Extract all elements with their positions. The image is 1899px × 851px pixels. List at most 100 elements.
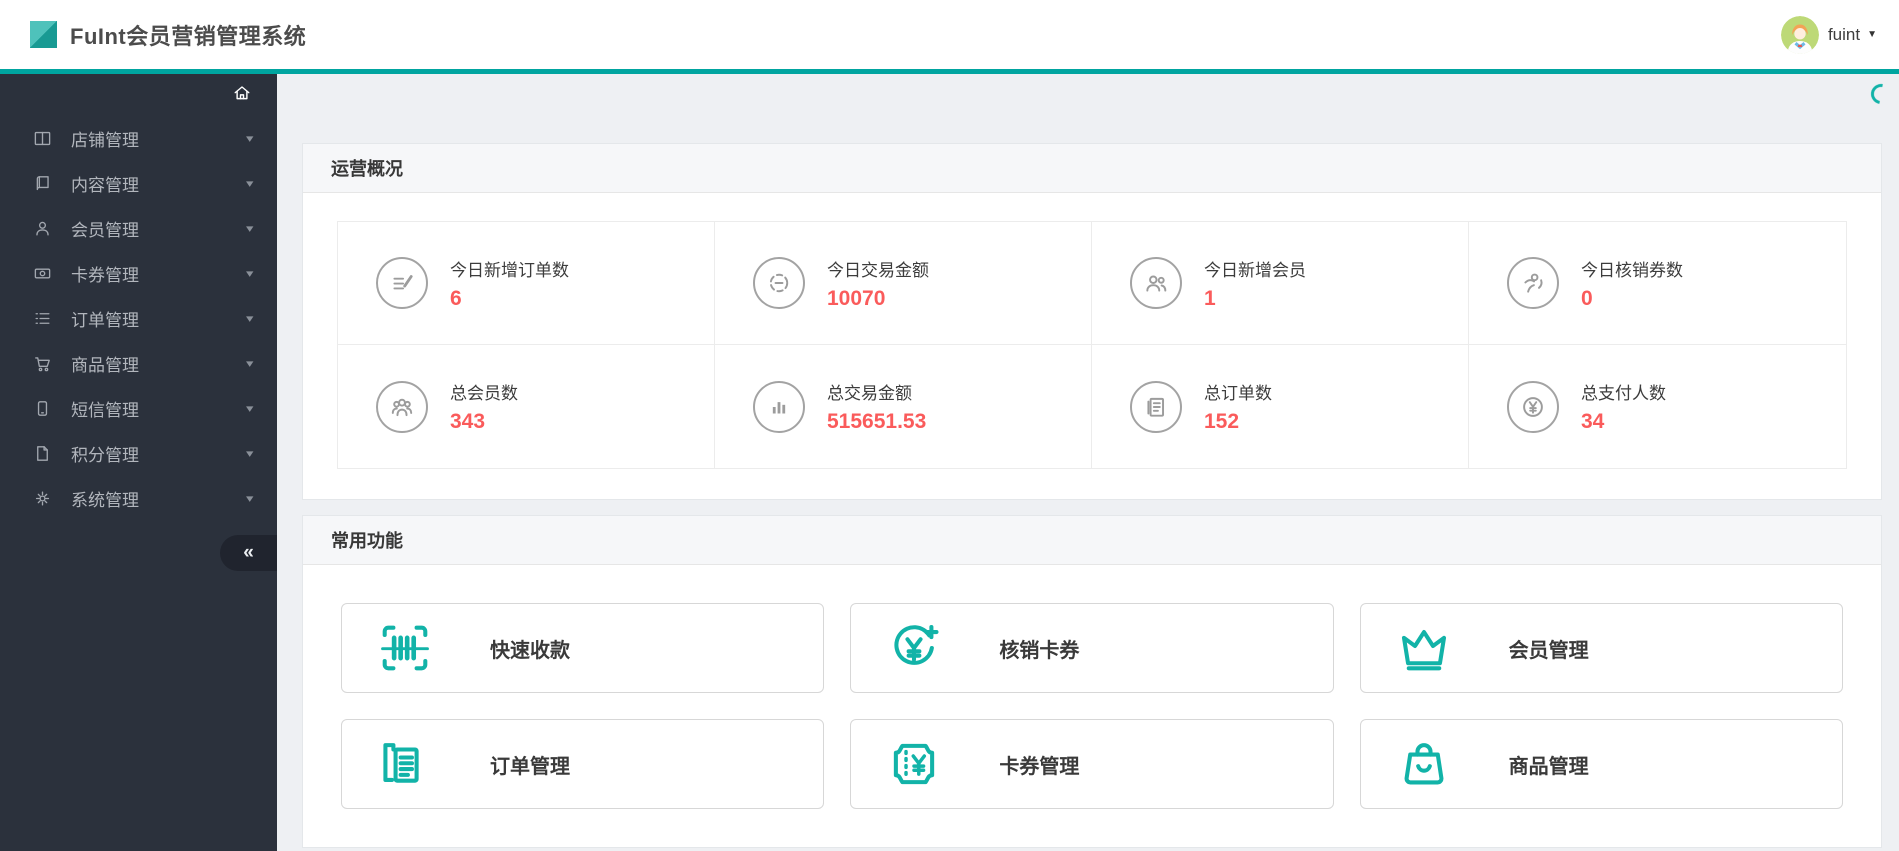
coupon-ticket-icon (881, 731, 947, 797)
logo-diamond-icon (30, 21, 57, 48)
overview-panel: 运营概况 今日新增订单数 6 今日交易金额 10070 今日新增会员 1 今日核… (302, 143, 1882, 500)
chevron-down-icon: ▾ (246, 133, 254, 145)
function-card-verify-coupon[interactable]: 核销卡券 (850, 603, 1334, 693)
function-card-goods-mgmt[interactable]: 商品管理 (1359, 719, 1843, 809)
stat-label: 总支付人数 (1581, 384, 1666, 403)
goods-bag-icon (1391, 731, 1457, 797)
sidebar-item-content[interactable]: 内容管理 ▾ (0, 161, 277, 206)
stat-card-total-amount: 总交易金额 515651.53 (715, 345, 1092, 468)
coupon-banknote-icon (33, 263, 54, 284)
user-name: fuint (1827, 24, 1861, 44)
stat-label: 今日新增订单数 (450, 260, 569, 280)
member-crown-icon (1391, 615, 1457, 681)
loading-spinner-icon (1867, 80, 1895, 108)
sidebar-item-coupon[interactable]: 卡券管理 ▾ (0, 251, 277, 296)
stat-value: 1 (1204, 286, 1216, 310)
overview-panel-body: 今日新增订单数 6 今日交易金额 10070 今日新增会员 1 今日核销券数 0… (303, 193, 1881, 499)
stat-card-verified-coupons: 今日核销券数 0 (1469, 222, 1846, 345)
sidebar-item-points[interactable]: 积分管理 ▾ (0, 431, 277, 476)
function-card-order-mgmt[interactable]: 订单管理 (341, 719, 825, 809)
goods-cart-icon (33, 353, 54, 374)
stat-value: 10070 (827, 286, 886, 310)
order-docs-icon (372, 731, 438, 797)
sidebar-item-system[interactable]: 系统管理 ▾ (0, 476, 277, 521)
user-avatar-icon (1780, 15, 1819, 54)
function-card-label: 订单管理 (490, 755, 570, 778)
user-menu[interactable]: fuint ▼ (1780, 15, 1877, 54)
functions-grid: 快速收款 核销卡券 会员管理 订单管理 卡券管理 商品管理 (341, 603, 1843, 809)
stat-label: 今日交易金额 (827, 260, 929, 280)
chevron-down-icon: ▾ (246, 268, 254, 280)
chevron-down-icon: ▾ (246, 493, 254, 505)
functions-panel: 常用功能 快速收款 核销卡券 会员管理 订单管理 卡券管理 商品管理 (302, 515, 1882, 848)
function-card-label: 商品管理 (1508, 755, 1589, 778)
function-card-label: 快速收款 (490, 639, 570, 662)
stat-label: 今日新增会员 (1204, 260, 1306, 280)
sidebar-item-order[interactable]: 订单管理 ▾ (0, 296, 277, 341)
sidebar-item-label: 商品管理 (71, 356, 139, 375)
chevron-down-icon: ▾ (246, 358, 254, 370)
stat-label: 总会员数 (450, 384, 518, 403)
overview-panel-title: 运营概况 (303, 144, 1881, 193)
functions-panel-body: 快速收款 核销卡券 会员管理 订单管理 卡券管理 商品管理 (303, 565, 1881, 847)
stat-card-today-amount: 今日交易金额 10070 (715, 222, 1092, 345)
chevron-down-icon: ▾ (246, 313, 254, 325)
transaction-total-icon (753, 380, 805, 433)
sidebar-item-label: 系统管理 (71, 491, 139, 510)
orders-total-icon (1130, 380, 1182, 433)
sidebar-item-label: 会员管理 (71, 221, 139, 240)
sidebar-item-store[interactable]: 店铺管理 ▾ (0, 116, 277, 161)
order-list-icon (33, 308, 54, 329)
function-card-label: 核销卡券 (999, 639, 1080, 662)
system-gear-icon (33, 488, 54, 509)
sidebar-item-sms[interactable]: 短信管理 ▾ (0, 386, 277, 431)
points-file-icon (33, 443, 54, 464)
sidebar-item-member[interactable]: 会员管理 ▾ (0, 206, 277, 251)
function-card-coupon-mgmt[interactable]: 卡券管理 (850, 719, 1334, 809)
sidebar: 店铺管理 ▾ 内容管理 ▾ 会员管理 ▾ 卡券管理 ▾ 订单管理 ▾ 商品管理 … (0, 74, 277, 851)
function-card-quick-pay[interactable]: 快速收款 (341, 603, 825, 693)
stat-value: 515651.53 (827, 410, 927, 433)
members-total-icon (376, 380, 428, 433)
content-book-icon (33, 173, 54, 194)
sidebar-item-label: 积分管理 (71, 446, 139, 465)
sidebar-item-label: 卡券管理 (71, 266, 139, 285)
sidebar-item-label: 内容管理 (71, 176, 139, 195)
main-content: 运营概况 今日新增订单数 6 今日交易金额 10070 今日新增会员 1 今日核… (277, 0, 1899, 848)
sidebar-collapse-button[interactable]: « (220, 535, 277, 571)
sidebar-menu: 店铺管理 ▾ 内容管理 ▾ 会员管理 ▾ 卡券管理 ▾ 订单管理 ▾ 商品管理 … (0, 116, 277, 521)
sidebar-item-label: 短信管理 (71, 401, 139, 420)
store-icon (33, 128, 54, 149)
app-title: FuInt会员营销管理系统 (70, 23, 307, 49)
chevron-down-icon: ▾ (246, 403, 254, 415)
stat-label: 总交易金额 (827, 384, 912, 403)
payers-total-icon (1507, 380, 1559, 433)
sidebar-home-button[interactable] (0, 74, 277, 116)
function-card-member-mgmt[interactable]: 会员管理 (1359, 603, 1843, 693)
chevron-down-icon: ▾ (246, 448, 254, 460)
stat-value: 6 (450, 286, 462, 310)
app-header: FuInt会员营销管理系统 fuint ▼ (0, 0, 1899, 74)
stat-value: 343 (450, 410, 486, 433)
sidebar-item-goods[interactable]: 商品管理 ▾ (0, 341, 277, 386)
verify-coupon-icon (881, 615, 947, 681)
stat-value: 152 (1204, 410, 1240, 433)
function-card-label: 会员管理 (1508, 639, 1589, 662)
home-icon (233, 84, 251, 107)
chevron-down-icon: ▼ (1867, 29, 1877, 40)
stat-value: 0 (1581, 286, 1593, 310)
stat-card-total-orders: 总订单数 152 (1092, 345, 1469, 468)
stat-card-new-orders: 今日新增订单数 6 (338, 222, 715, 345)
coupon-verified-icon (1507, 257, 1559, 309)
chevron-down-icon: ▾ (246, 223, 254, 235)
function-card-label: 卡券管理 (999, 755, 1080, 778)
sidebar-item-label: 店铺管理 (71, 131, 139, 150)
stat-label: 总订单数 (1204, 384, 1272, 403)
member-new-icon (1130, 257, 1182, 309)
sidebar-item-label: 订单管理 (71, 311, 139, 330)
stat-value: 34 (1581, 410, 1605, 433)
stat-card-new-members: 今日新增会员 1 (1092, 222, 1469, 345)
stat-card-total-members: 总会员数 343 (338, 345, 715, 468)
chevron-down-icon: ▾ (246, 178, 254, 190)
scan-barcode-icon (372, 615, 438, 681)
